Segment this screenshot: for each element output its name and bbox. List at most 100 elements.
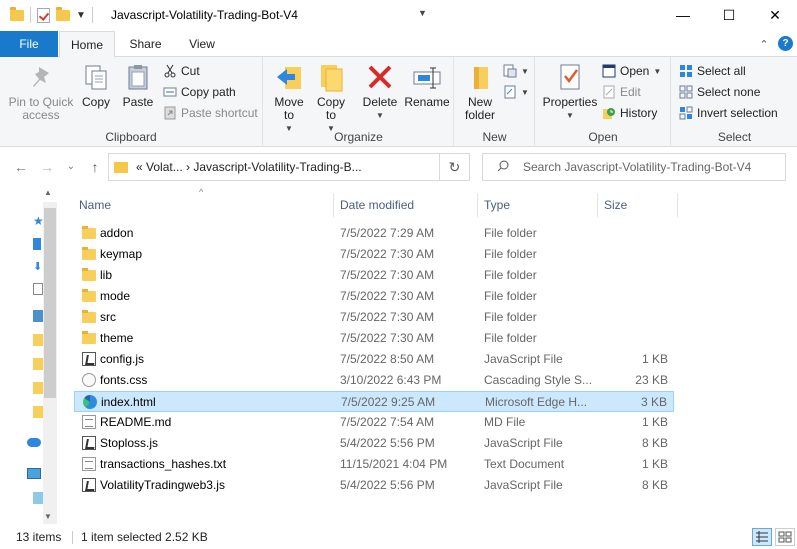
column-divider[interactable] [333, 193, 334, 217]
file-row[interactable]: theme 7/5/2022 7:30 AM File folder [74, 328, 674, 349]
file-row[interactable]: VolatilityTradingweb3.js 5/4/2022 5:56 PM… [74, 475, 674, 496]
back-button[interactable]: ← [12, 159, 30, 175]
new-folder-button[interactable]: New folder [461, 61, 499, 122]
close-button[interactable]: ✕ [752, 0, 797, 30]
file-type: Cascading Style S... [484, 373, 593, 387]
easy-access-icon [503, 85, 517, 99]
edit-button[interactable]: Edit [602, 82, 641, 102]
column-divider[interactable] [477, 193, 478, 217]
column-divider[interactable] [677, 193, 678, 217]
easy-access-button[interactable]: ▼ [503, 82, 529, 102]
file-row[interactable]: lib 7/5/2022 7:30 AM File folder [74, 265, 674, 286]
large-icons-view-button[interactable] [775, 528, 795, 546]
paste-button[interactable]: Paste [119, 61, 157, 109]
collapse-ribbon-icon[interactable]: ⌃ [757, 37, 771, 51]
help-icon[interactable]: ? [778, 36, 793, 51]
file-row[interactable]: config.js 7/5/2022 8:50 AM JavaScript File… [74, 349, 674, 370]
file-list-scrollbar [783, 186, 797, 525]
move-to-button[interactable]: Move to ▼ [272, 61, 306, 135]
select-all-button[interactable]: Select all [679, 61, 746, 81]
file-row[interactable]: src 7/5/2022 7:30 AM File folder [74, 307, 674, 328]
js-file-icon [82, 352, 96, 366]
rename-label: Rename [404, 95, 450, 109]
column-header-size[interactable]: Size [604, 193, 627, 217]
select-none-button[interactable]: Select none [679, 82, 760, 102]
tab-view[interactable]: View [175, 31, 229, 57]
refresh-button[interactable]: ↻ [440, 153, 470, 181]
new-folder-icon[interactable] [56, 6, 70, 21]
file-name: fonts.css [100, 373, 148, 387]
minimize-button[interactable]: — [660, 0, 706, 30]
clipboard-group-label: Clipboard [105, 130, 157, 144]
file-row[interactable]: fonts.css 3/10/2022 6:43 PM Cascading Styl… [74, 370, 674, 391]
column-header-date[interactable]: Date modified [340, 193, 414, 217]
onedrive-icon[interactable] [27, 438, 41, 447]
tab-share[interactable]: Share [118, 31, 173, 57]
forward-button[interactable]: → [38, 159, 56, 175]
documents-icon[interactable] [33, 283, 43, 295]
folder-icon[interactable] [33, 382, 43, 394]
column-header-name[interactable]: Name [79, 193, 111, 217]
column-header-type[interactable]: Type [484, 193, 510, 217]
address-bar[interactable]: « Volat... › Javascript-Volatility-Tradi… [108, 153, 440, 181]
recent-locations-button[interactable]: ⌄ [62, 161, 80, 172]
tab-file[interactable]: File [0, 31, 58, 57]
chevron-down-icon[interactable]: ▼ [418, 8, 427, 18]
desktop-icon[interactable] [33, 238, 41, 250]
copy-path-label: Copy path [181, 85, 236, 99]
delete-button[interactable]: Delete ▼ [362, 61, 398, 122]
invert-selection-label: Invert selection [697, 106, 778, 120]
file-type: JavaScript File [484, 352, 563, 366]
file-row[interactable]: mode 7/5/2022 7:30 AM File folder [74, 286, 674, 307]
nav-pane-scroll-thumb[interactable] [44, 208, 56, 398]
maximize-button[interactable]: ☐ [706, 0, 752, 30]
paste-shortcut-button[interactable]: Paste shortcut [163, 103, 258, 123]
details-view-button[interactable] [752, 528, 772, 546]
pin-quick-access-button[interactable]: Pin to Quick access [6, 61, 76, 122]
delete-icon [364, 61, 396, 93]
this-pc-icon[interactable] [27, 468, 41, 479]
file-date-modified: 11/15/2021 4:04 PM [340, 457, 448, 471]
delete-label: Delete [362, 95, 398, 109]
copy-to-button[interactable]: Copy to ▼ [314, 61, 348, 135]
file-row[interactable]: index.html 7/5/2022 9:25 AM Microsoft Edge… [74, 391, 674, 412]
cut-button[interactable]: Cut [163, 61, 200, 81]
copy-path-button[interactable]: Copy path [163, 82, 236, 102]
properties-button[interactable]: Properties ▼ [542, 61, 598, 122]
open-icon [602, 64, 616, 78]
folder-icon[interactable] [33, 406, 43, 418]
breadcrumb[interactable]: « Volat... › Javascript-Volatility-Tradi… [136, 160, 362, 174]
copy-button[interactable]: Copy [78, 61, 114, 109]
properties-icon[interactable] [37, 7, 50, 23]
folder-icon[interactable] [33, 358, 43, 370]
file-date-modified: 5/4/2022 5:56 PM [340, 478, 435, 492]
organize-group-label: Organize [334, 130, 383, 144]
new-item-button[interactable]: ▼ [503, 61, 529, 81]
customize-toolbar-icon[interactable]: ▼ [76, 10, 86, 21]
folder-icon[interactable] [33, 334, 43, 346]
open-button[interactable]: Open ▼ [602, 61, 661, 81]
downloads-icon[interactable]: ⬇ [33, 260, 43, 273]
file-row[interactable]: Stoploss.js 5/4/2022 5:56 PM JavaScript Fi… [74, 433, 674, 454]
drive-icon[interactable] [33, 492, 43, 504]
up-button[interactable]: ↑ [86, 159, 104, 175]
details-view-icon [756, 531, 768, 543]
tab-home[interactable]: Home [59, 31, 115, 58]
file-row[interactable]: addon 7/5/2022 7:29 AM File folder [74, 223, 674, 244]
history-button[interactable]: History [602, 103, 657, 123]
quick-access-star-icon[interactable]: ★ [33, 214, 44, 228]
chevron-up-icon[interactable]: ▲ [44, 188, 52, 197]
chevron-down-icon[interactable]: ▼ [44, 512, 52, 521]
rename-button[interactable]: Rename [404, 61, 450, 109]
column-divider[interactable] [597, 193, 598, 217]
file-size: 3 KB [640, 395, 667, 409]
file-row[interactable]: README.md 7/5/2022 7:54 AM MD File 1 KB [74, 412, 674, 433]
file-row[interactable]: keymap 7/5/2022 7:30 AM File folder [74, 244, 674, 265]
pictures-icon[interactable] [33, 310, 43, 322]
search-input[interactable]: Search Javascript-Volatility-Trading-Bot… [482, 153, 786, 181]
css-file-icon [82, 373, 96, 387]
file-row[interactable]: transactions_hashes.txt 11/15/2021 4:04 P… [74, 454, 674, 475]
invert-selection-button[interactable]: Invert selection [679, 103, 778, 123]
title-bar: ▼ Javascript-Volatility-Trading-Bot-V4 —… [0, 0, 797, 31]
file-type: File folder [484, 268, 537, 282]
